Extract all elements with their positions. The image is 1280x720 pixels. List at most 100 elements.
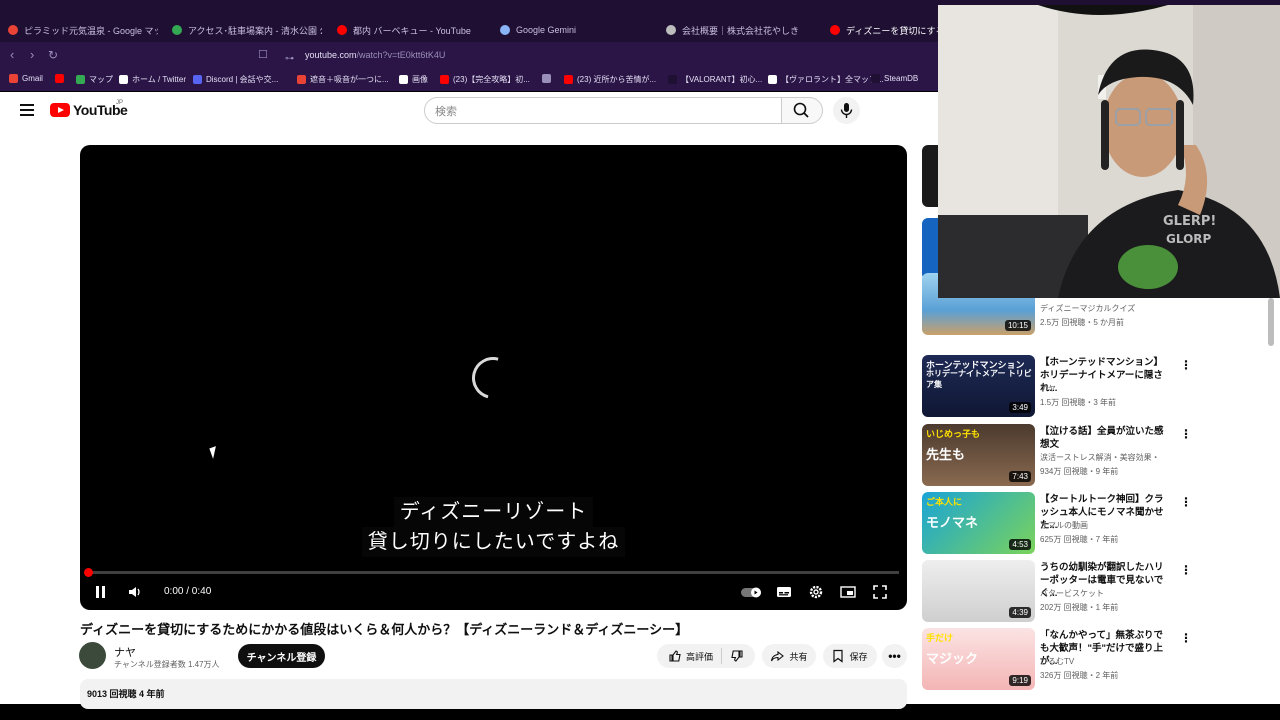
more-vertical-icon[interactable]: ⋮	[1180, 427, 1192, 441]
channel-name[interactable]: ナヤ	[114, 644, 136, 660]
svg-text:GLERP!: GLERP!	[1163, 214, 1216, 229]
recommendation-thumbnail[interactable]: いじめっ子も 先生も 7:43	[922, 424, 1035, 486]
bookmark-item[interactable]	[55, 74, 68, 83]
description-box[interactable]: 9013 回視聴 4 年前	[80, 679, 907, 709]
bookmark-favicon-icon	[768, 75, 777, 84]
svg-text:GLORP: GLORP	[1166, 232, 1212, 246]
bookmark-item[interactable]: Gmail	[9, 74, 43, 83]
duration-badge: 7:43	[1009, 471, 1031, 482]
subtitles-button[interactable]	[776, 583, 792, 605]
progress-bar[interactable]	[84, 568, 899, 577]
volume-button[interactable]	[127, 583, 143, 605]
recommendation-item[interactable]: ホーンテッドマンション ホリデーナイトメアー トリビア集 3:49 【ホーンテッドマン…	[922, 355, 1222, 417]
recommendation-meta: 2.5万 回視聴・5 か月前	[1040, 318, 1125, 327]
thumbnail-text: ご本人に	[926, 497, 963, 507]
thumbnail-text: 手だけ	[926, 633, 954, 643]
recommendation-title[interactable]: 【泣ける話】全員が泣いた感想文	[1040, 425, 1170, 451]
scrubber-handle[interactable]	[84, 568, 93, 577]
recommendation-item[interactable]: 手だけ マジック 9:19 「なんかやって」無茶ぶりでも大歓声！"手"だけで盛り上が.…	[922, 628, 1222, 690]
browser-tab[interactable]: Google Gemini	[500, 20, 576, 40]
recommendation-channel[interactable]: ナヤ	[1040, 383, 1056, 394]
more-vertical-icon[interactable]: ⋮	[1180, 563, 1192, 577]
webcam-overlay: GLERP! GLORP	[938, 5, 1280, 298]
more-vertical-icon[interactable]: ⋮	[1180, 631, 1192, 645]
like-button[interactable]: 高評価	[668, 649, 713, 663]
bookmark-item[interactable]: 画像	[399, 74, 428, 85]
channel-avatar[interactable]	[79, 642, 106, 669]
subtitle-line-2: 貸し切りにしたいですよね	[80, 527, 907, 557]
settings-button[interactable]	[808, 583, 824, 605]
recommendation-channel[interactable]: ディズニーマジカルクイズ	[1040, 303, 1135, 314]
recommendation-thumbnail[interactable]: ご本人に モノマネ 4:53	[922, 492, 1035, 554]
voice-search-button[interactable]	[833, 97, 860, 124]
bookmark-item[interactable]: (23)【完全攻略】初...	[440, 74, 530, 85]
more-vertical-icon[interactable]: ⋮	[1180, 358, 1192, 372]
recommendation-channel[interactable]: 涙活ーストレス解消・美容効果・	[1040, 452, 1160, 463]
search-input[interactable]: 検索	[424, 97, 782, 124]
browser-tab[interactable]: 都内 バーベキュー - YouTube	[337, 20, 471, 40]
site-info-icon[interactable]: ⊶	[285, 50, 294, 66]
recommendation-channel[interactable]: オマルの動画	[1040, 520, 1088, 531]
recommendation-item[interactable]: ご本人に モノマネ 4:53 【タートルトーク神回】クラッシュ本人にモノマネ聞かせた.…	[922, 492, 1222, 554]
reload-icon[interactable]: ↻	[48, 47, 58, 63]
recommendation-thumbnail[interactable]: 手だけ マジック 9:19	[922, 628, 1035, 690]
pause-icon	[96, 586, 105, 598]
bookmark-item[interactable]	[542, 74, 555, 83]
back-icon[interactable]: ‹	[10, 47, 14, 63]
bookmark-item[interactable]: ホーム / Twitter	[119, 74, 186, 85]
more-vertical-icon[interactable]: ⋮	[1180, 495, 1192, 509]
forward-icon[interactable]: ›	[30, 47, 34, 63]
browser-tab[interactable]: ディズニーを貸切にするためにか	[830, 20, 938, 40]
bookmark-item[interactable]: SteamDB	[871, 74, 918, 83]
save-button[interactable]: 保存	[823, 644, 877, 668]
recommendation-title[interactable]: 【ホーンテッドマンション】ホリデーナイトメアーに隠され...	[1040, 356, 1170, 395]
recommendation-meta: 326万 回視聴・2 年前	[1040, 671, 1119, 680]
bookmark-star-icon[interactable]: ☐	[258, 47, 268, 63]
bookmark-label: (23) 近所から苦情が...	[577, 75, 657, 84]
subscribe-button[interactable]: チャンネル登録	[238, 644, 325, 668]
share-button[interactable]: 共有	[762, 644, 816, 668]
recommendation-channel[interactable]: ひろむTV	[1040, 656, 1074, 667]
thumbnail-text: いじめっ子も	[926, 429, 981, 439]
menu-icon[interactable]	[20, 104, 34, 116]
sidebar-scrollbar[interactable]	[1268, 298, 1274, 346]
recommendation-item[interactable]: 4:39 うちの幼馴染が翻訳したハリーポッターは電車で見ないでく... バタービスケ…	[922, 560, 1222, 622]
recommendation-thumbnail-partial[interactable]	[922, 145, 938, 207]
pause-button[interactable]	[94, 583, 108, 605]
loading-spinner-icon	[464, 349, 522, 407]
bookmark-favicon-icon	[399, 75, 408, 84]
tab-favicon-icon	[172, 25, 182, 35]
recommendation-thumbnail[interactable]: 4:39	[922, 560, 1035, 622]
recommendation-channel[interactable]: バタービスケット	[1040, 588, 1104, 599]
recommendation-item[interactable]: いじめっ子も 先生も 7:43 【泣ける話】全員が泣いた感想文 涙活ーストレス解消・美容…	[922, 424, 1222, 486]
bookmark-favicon-icon	[564, 75, 573, 84]
youtube-logo[interactable]: YouTube JP	[50, 100, 128, 118]
search-button[interactable]	[781, 97, 823, 124]
recommendation-thumbnail[interactable]: ホーンテッドマンション ホリデーナイトメアー トリビア集 3:49	[922, 355, 1035, 417]
browser-tab[interactable]: 会社概要｜株式会社花やしき	[666, 20, 799, 40]
share-label: 共有	[789, 651, 808, 662]
bookmark-item[interactable]: Discord | 会話や交...	[193, 74, 278, 85]
autoplay-toggle[interactable]	[740, 583, 764, 605]
browser-tab[interactable]: ピラミッド元気温泉 - Google マップ	[8, 20, 158, 40]
recommendation-thumbnail-partial[interactable]	[922, 218, 938, 280]
bookmark-item[interactable]: マップ	[76, 74, 113, 85]
bookmark-item[interactable]: 【ヴァロラント】全マップ...	[768, 74, 884, 85]
bookmark-label: 【ヴァロラント】全マップ...	[781, 75, 884, 84]
tab-label: アクセス･駐車場案内 - 清水公園 公式	[188, 25, 322, 36]
recommendation-meta: 1.5万 回視聴・3 年前	[1040, 398, 1117, 407]
miniplayer-button[interactable]	[840, 583, 856, 605]
fullscreen-button[interactable]	[872, 583, 888, 605]
address-bar[interactable]: youtube.com/watch?v=tE0ktt6tK4U	[305, 50, 445, 60]
video-player[interactable]: ディズニーリゾート 貸し切りにしたいですよね 0:00 / 0:40	[80, 145, 907, 610]
browser-tab[interactable]: アクセス･駐車場案内 - 清水公園 公式	[172, 20, 322, 40]
bookmark-item[interactable]: 遮音＋吸音が一つに...	[297, 74, 389, 85]
thumbs-down-icon[interactable]	[730, 649, 744, 663]
bookmark-favicon-icon	[542, 74, 551, 83]
bookmark-item[interactable]: (23) 近所から苦情が...	[564, 74, 656, 85]
search-icon	[793, 102, 809, 118]
bookmark-item[interactable]: 【VALORANT】初心...	[668, 74, 762, 85]
thumbnail-text: マジック	[926, 651, 979, 666]
more-actions-button[interactable]: •••	[882, 644, 907, 668]
tab-label: Google Gemini	[516, 25, 577, 35]
